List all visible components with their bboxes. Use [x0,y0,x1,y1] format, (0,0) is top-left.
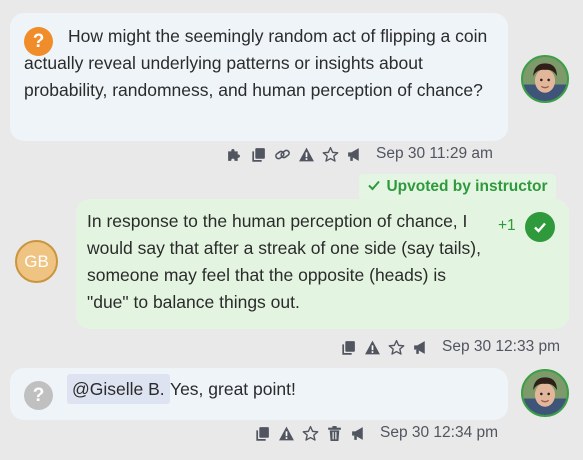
star-icon[interactable] [302,425,319,442]
warning-icon[interactable] [364,339,381,356]
question-actions: Sep 30 11:29 am [226,145,493,163]
reply-text: Yes, great point! [170,379,296,399]
star-icon[interactable] [322,146,339,163]
check-icon [367,178,381,197]
timestamp: Sep 30 12:33 pm [442,338,561,355]
answer-text: In response to the human perception of c… [87,211,481,312]
endorsement-label: Upvoted by instructor [386,178,548,195]
trash-icon[interactable] [326,425,343,442]
copy-icon[interactable] [254,425,271,442]
timestamp: Sep 30 12:34 pm [380,424,499,441]
megaphone-icon[interactable] [350,425,367,442]
avatar-photo [523,371,567,415]
timestamp: Sep 30 11:29 am [376,145,493,162]
question-mark-icon: ? [24,381,53,410]
mention-tag[interactable]: @Giselle B. [67,374,170,404]
question-text: How might the seemingly random act of fl… [24,26,488,100]
avatar[interactable] [521,369,569,417]
endorsement-badge: Upvoted by instructor [359,174,556,200]
avatar-photo [523,57,567,101]
copy-icon[interactable] [340,339,357,356]
reply-actions: Sep 30 12:34 pm [254,424,498,442]
vote-count: +1 [498,217,516,234]
avatar[interactable] [521,55,569,103]
megaphone-icon[interactable] [412,339,429,356]
star-icon[interactable] [388,339,405,356]
check-icon [534,222,546,233]
upvote-check-button[interactable] [525,212,555,242]
avatar[interactable]: GB [15,240,58,283]
copy-icon[interactable] [250,146,267,163]
warning-icon[interactable] [298,146,315,163]
warning-icon[interactable] [278,425,295,442]
puzzle-icon[interactable] [226,146,243,163]
megaphone-icon[interactable] [346,146,363,163]
link-icon[interactable] [274,146,291,163]
answer-actions: Sep 30 12:33 pm [340,338,560,356]
